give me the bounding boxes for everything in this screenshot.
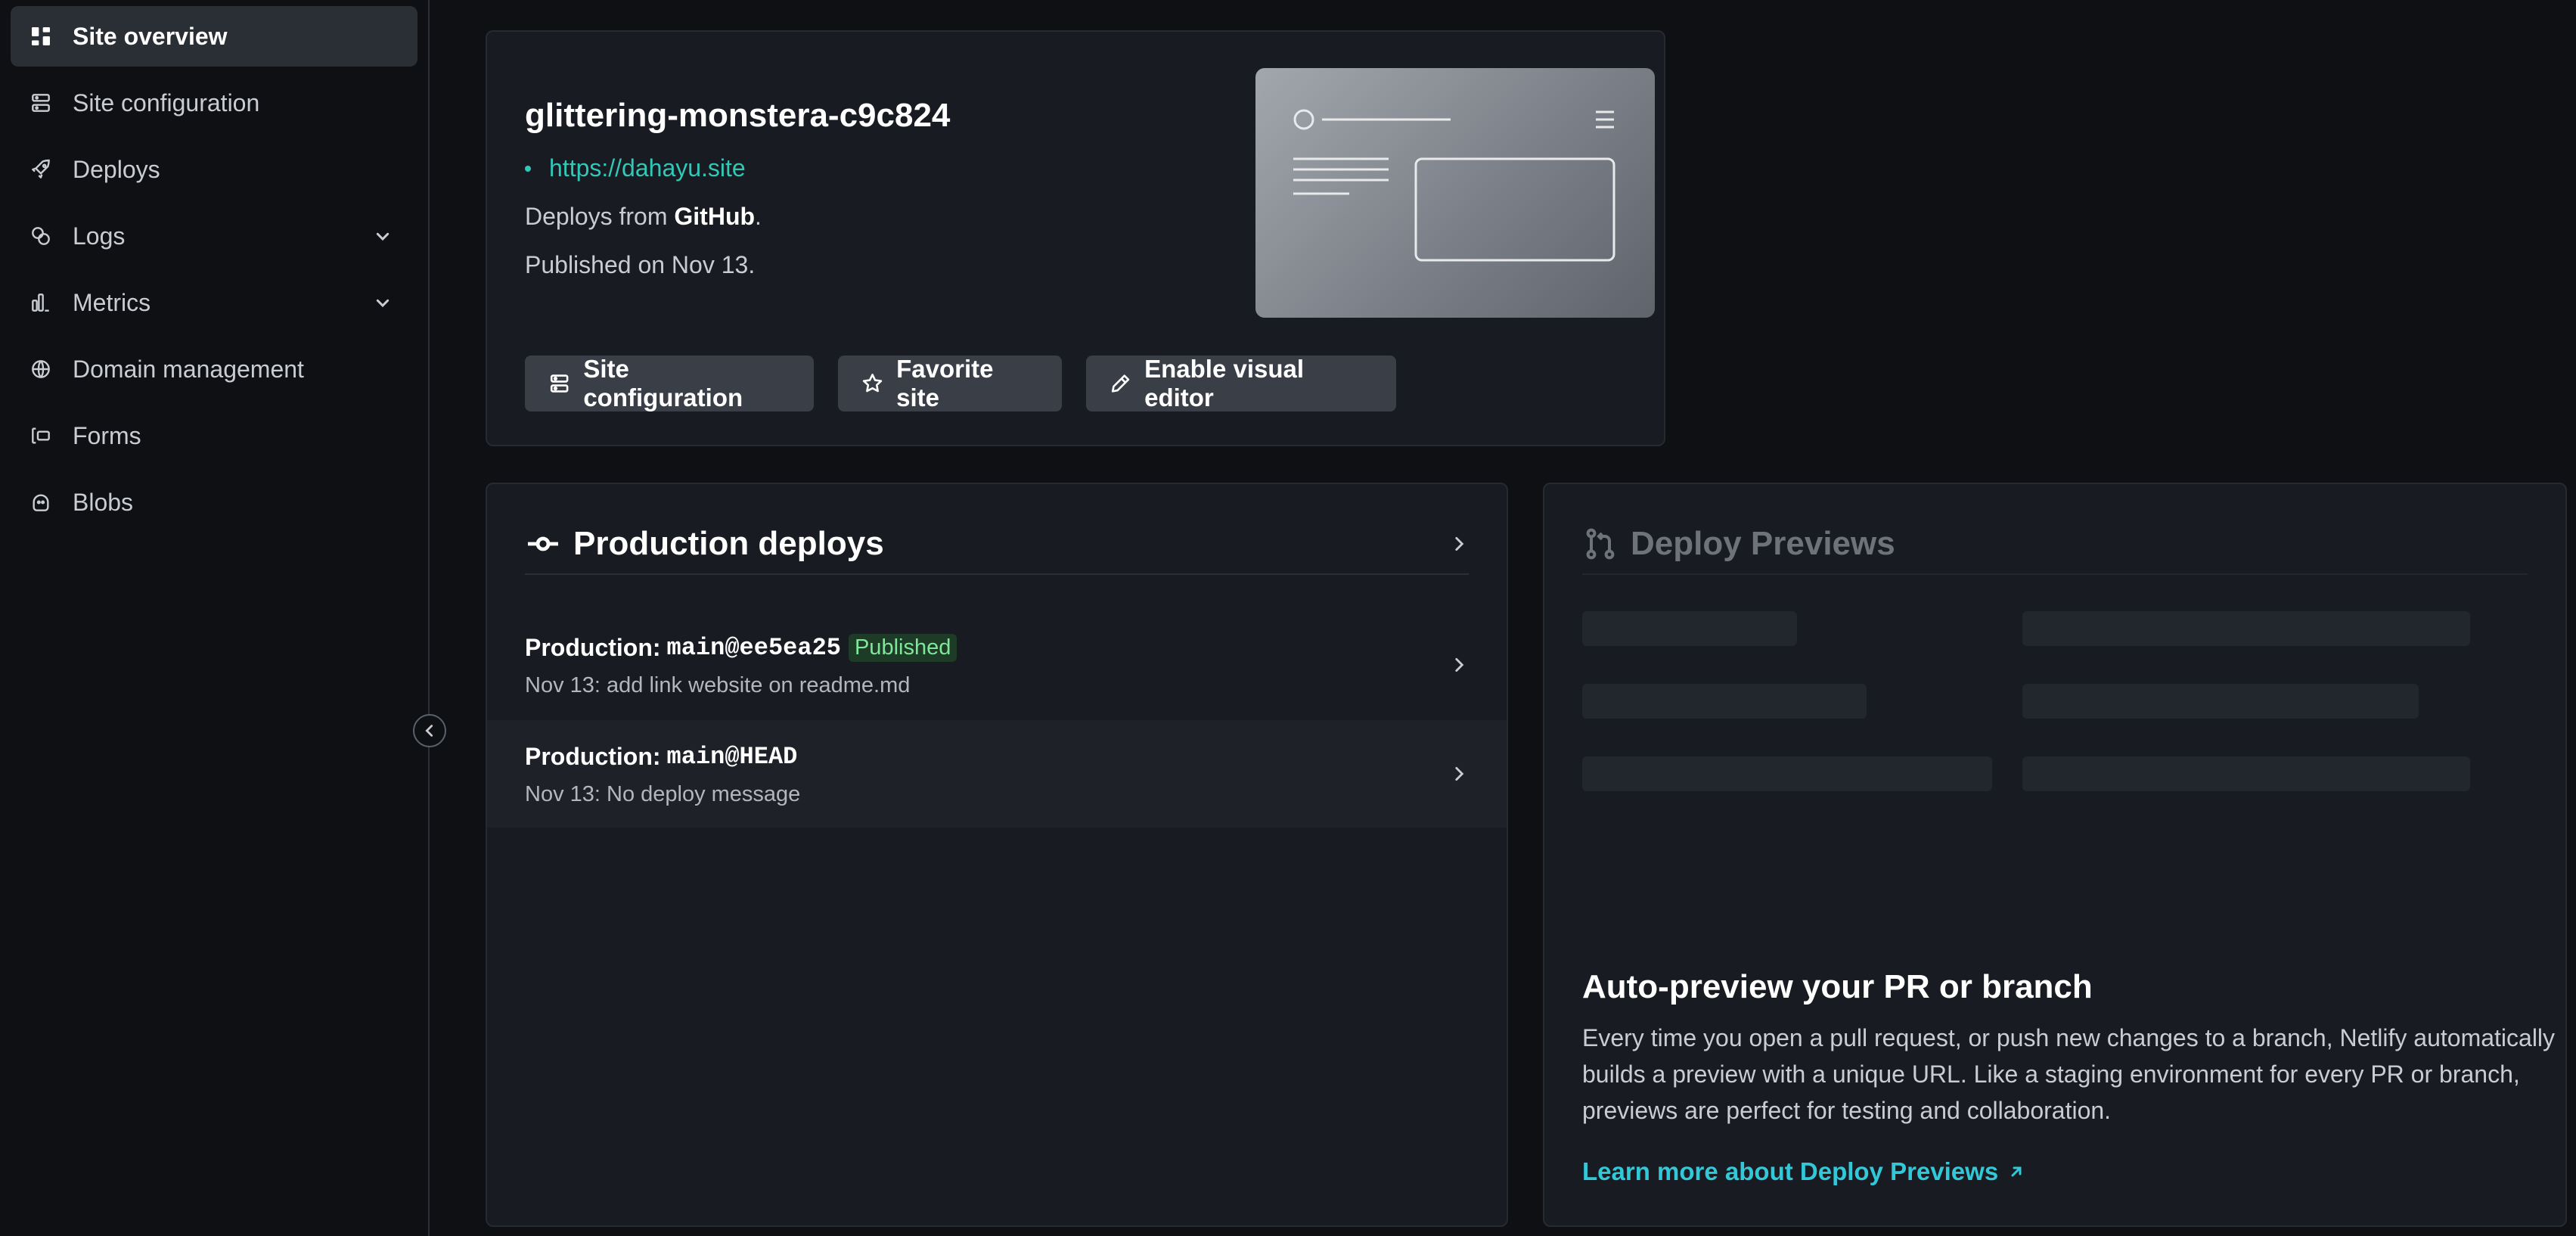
sidebar-item-label: Site overview (73, 22, 228, 50)
sidebar-item-site-configuration[interactable]: Site configuration (11, 73, 417, 133)
status-dot (525, 165, 531, 172)
loading-skeleton (2022, 684, 2419, 719)
deploy-ref: main@HEAD (666, 743, 798, 771)
rocket-icon (27, 156, 54, 183)
button-label: Favorite site (896, 355, 994, 411)
server-icon (27, 89, 54, 116)
deploy-ref: main@ee5ea25 (666, 634, 841, 662)
server-icon (550, 374, 569, 393)
deploy-title: Production: main@ee5ea25 Published (525, 634, 957, 662)
sidebar: Site overview Site configuration Deploys… (0, 0, 430, 1236)
auto-preview-description: Every time you open a pull request, or p… (1582, 1024, 2556, 1124)
bar-chart-icon (27, 289, 54, 316)
published-date: Published on Nov 13. (525, 251, 756, 278)
loading-skeleton (2022, 756, 2470, 791)
chevron-right-icon (1455, 767, 1464, 781)
site-name: glittering-monstera-c9c824 (525, 97, 951, 134)
divider (1582, 573, 2528, 575)
deploys-from: Deploys from GitHub. (525, 203, 762, 231)
external-link-icon (2011, 1166, 2022, 1177)
git-pull-request-icon (1586, 528, 1615, 560)
section-title-text: Production deploys (573, 525, 884, 562)
sidebar-item-domain-management[interactable]: Domain management (11, 339, 417, 399)
sidebar-item-label: Domain management (73, 355, 304, 383)
chevron-left-icon (425, 725, 433, 737)
star-icon (862, 374, 883, 393)
deploy-title: Production: main@HEAD (525, 743, 797, 771)
site-screenshot-thumbnail[interactable] (1255, 68, 1655, 318)
chevron-down-icon[interactable] (371, 290, 395, 315)
sidebar-item-logs[interactable]: Logs (11, 206, 417, 266)
sidebar-item-site-overview[interactable]: Site overview (11, 6, 417, 67)
pencil-icon (1111, 374, 1130, 393)
enable-visual-editor-button[interactable]: Enable visual editor (1086, 355, 1396, 411)
loading-skeleton (1582, 756, 1992, 791)
site-overview-card: glittering-monstera-c9c824 https://dahay… (486, 30, 1665, 446)
deploy-label: Production: (525, 634, 661, 661)
deploy-previews-title: Deploy Previews (1582, 525, 1895, 563)
deploy-row[interactable]: Production: main@ee5ea25 Published Nov 1… (487, 611, 1507, 719)
chevron-right-icon (1455, 658, 1464, 672)
logs-icon (27, 222, 54, 250)
site-url-text[interactable]: https://dahayu.site (549, 154, 746, 182)
section-title-text: Deploy Previews (1631, 525, 1895, 562)
sidebar-item-label: Deploys (73, 155, 160, 183)
site-configuration-button[interactable]: Site configuration (525, 355, 814, 411)
link-text: Learn more about Deploy Previews (1582, 1157, 1999, 1185)
blob-icon (27, 489, 54, 516)
deploy-message: Nov 13: add link website on readme.md (525, 673, 911, 697)
learn-more-deploy-previews-link[interactable]: Learn more about Deploy Previews (1582, 1157, 2025, 1186)
chevron-right-icon[interactable] (1449, 534, 1469, 554)
production-deploys-title[interactable]: Production deploys (525, 525, 884, 563)
divider (525, 573, 1469, 575)
deploys-from-prefix: Deploys from (525, 203, 675, 230)
sidebar-item-metrics[interactable]: Metrics (11, 272, 417, 333)
production-deploys-card: Production deploys Production: main@ee5e… (486, 483, 1508, 1227)
site-placeholder-illustration (1293, 109, 1615, 262)
button-label: Enable visual editor (1144, 355, 1305, 411)
git-commit-icon (528, 536, 558, 551)
deploy-label: Production: (525, 743, 661, 770)
sidebar-item-forms[interactable]: Forms (11, 405, 417, 466)
loading-skeleton (1582, 611, 1797, 646)
chevron-down-icon[interactable] (371, 224, 395, 248)
grid-icon (27, 23, 54, 50)
sidebar-item-deploys[interactable]: Deploys (11, 139, 417, 200)
deploys-from-suffix: . (755, 203, 762, 230)
sidebar-item-label: Logs (73, 222, 126, 250)
auto-preview-heading: Auto-preview your PR or branch (1582, 968, 2093, 1005)
sidebar-item-blobs[interactable]: Blobs (11, 472, 417, 533)
status-badge: Published (848, 634, 957, 662)
collapse-sidebar-button[interactable] (413, 714, 446, 747)
deploy-row[interactable]: Production: main@HEAD Nov 13: No deploy … (487, 720, 1507, 828)
loading-skeleton (2022, 611, 2470, 646)
favorite-site-button[interactable]: Favorite site (838, 355, 1062, 411)
sidebar-item-label: Site configuration (73, 89, 260, 116)
sidebar-item-label: Forms (73, 421, 141, 449)
form-icon (27, 422, 54, 449)
globe-icon (27, 356, 54, 383)
loading-skeleton (1582, 684, 1867, 719)
button-label: Site configuration (583, 355, 743, 411)
deploy-previews-card: Deploy Previews Auto-preview your PR or … (1543, 483, 2567, 1227)
sidebar-item-label: Metrics (73, 288, 151, 316)
deploy-message: Nov 13: No deploy message (525, 782, 801, 806)
deploys-from-source: GitHub (674, 203, 756, 230)
site-url-link[interactable]: https://dahayu.site (525, 154, 746, 182)
sidebar-item-label: Blobs (73, 488, 134, 516)
